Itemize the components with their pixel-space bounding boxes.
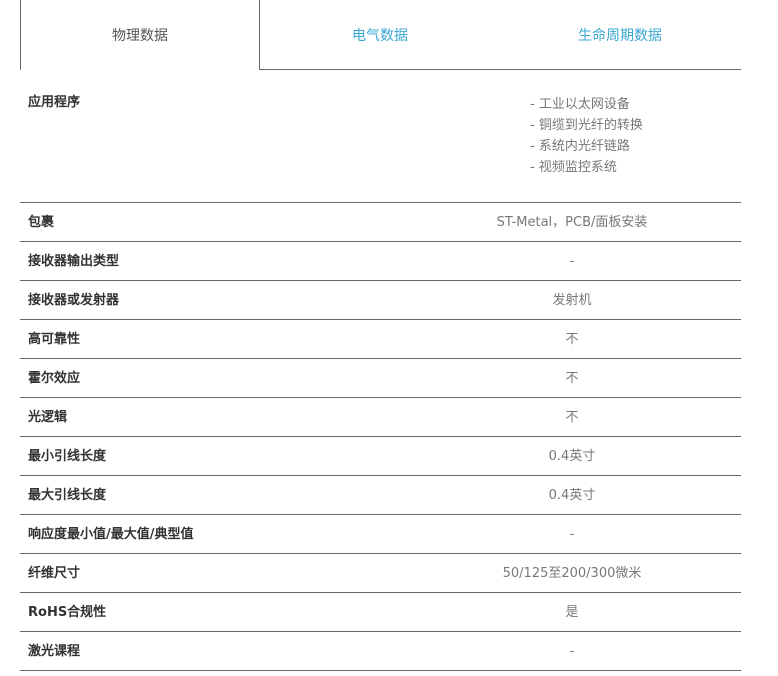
row-label: 响应度最小值/最大值/典型值 [28,527,194,542]
table-row-application: 应用程序 - 工业以太网设备 - 铜缆到光纤的转换 - 系统内光纤链路 - 视频… [20,70,741,203]
table-row: 最小引线长度 0.4英寸 [20,437,741,476]
list-item: - 系统内光纤链路 [530,139,630,154]
row-value: 0.4英寸 [548,449,596,464]
row-value: 是 [565,605,579,620]
row-label: 激光课程 [28,644,81,659]
row-value: 不 [565,410,579,425]
table-row: RoHS合规性 是 [20,593,741,632]
table-row: 纤维尺寸 50/125至200/300微米 [20,554,741,593]
row-value: 发射机 [552,293,592,308]
tab-lifecycle-data[interactable]: 生命周期数据 [520,0,720,70]
row-label: 接收器或发射器 [28,293,120,308]
table-row: 包裹 ST-Metal，PCB/面板安装 [20,203,741,242]
table-row: 光逻辑 不 [20,398,741,437]
specs-table: 应用程序 - 工业以太网设备 - 铜缆到光纤的转换 - 系统内光纤链路 - 视频… [20,70,741,671]
row-value: - [569,254,575,269]
row-label: 光逻辑 [28,410,68,425]
row-label: 应用程序 [28,95,81,110]
table-row: 最大引线长度 0.4英寸 [20,476,741,515]
row-value: - [569,527,575,542]
table-row: 霍尔效应 不 [20,359,741,398]
list-item: - 铜缆到光纤的转换 [530,118,643,133]
row-value: 0.4英寸 [548,488,596,503]
row-value: 不 [565,371,579,386]
tab-physical-data[interactable]: 物理数据 [20,0,260,70]
page: 物理数据 电气数据 生命周期数据 应用程序 - 工业以太网设备 - 铜缆到光纤的… [0,0,778,676]
row-label: 接收器输出类型 [28,254,120,269]
list-item: - 工业以太网设备 [530,97,630,112]
row-label: 纤维尺寸 [28,566,81,581]
table-row: 激光课程 - [20,632,741,671]
row-value: - [569,644,575,659]
table-row: 接收器或发射器 发射机 [20,281,741,320]
row-value: 50/125至200/300微米 [502,566,642,581]
table-row: 接收器输出类型 - [20,242,741,281]
tab-bar: 物理数据 电气数据 生命周期数据 [20,0,741,70]
row-label: 最大引线长度 [28,488,107,503]
row-label: 高可靠性 [28,332,81,347]
row-value: 不 [565,332,579,347]
row-label: RoHS合规性 [28,605,107,620]
list-item: - 视频监控系统 [530,160,617,175]
application-list: - 工业以太网设备 - 铜缆到光纤的转换 - 系统内光纤链路 - 视频监控系统 [530,94,730,178]
row-value: ST-Metal，PCB/面板安装 [496,215,648,230]
row-label: 最小引线长度 [28,449,107,464]
tab-electrical-data[interactable]: 电气数据 [280,0,480,70]
table-row: 响应度最小值/最大值/典型值 - [20,515,741,554]
row-label: 霍尔效应 [28,371,81,386]
table-row: 高可靠性 不 [20,320,741,359]
row-label: 包裹 [28,215,55,230]
